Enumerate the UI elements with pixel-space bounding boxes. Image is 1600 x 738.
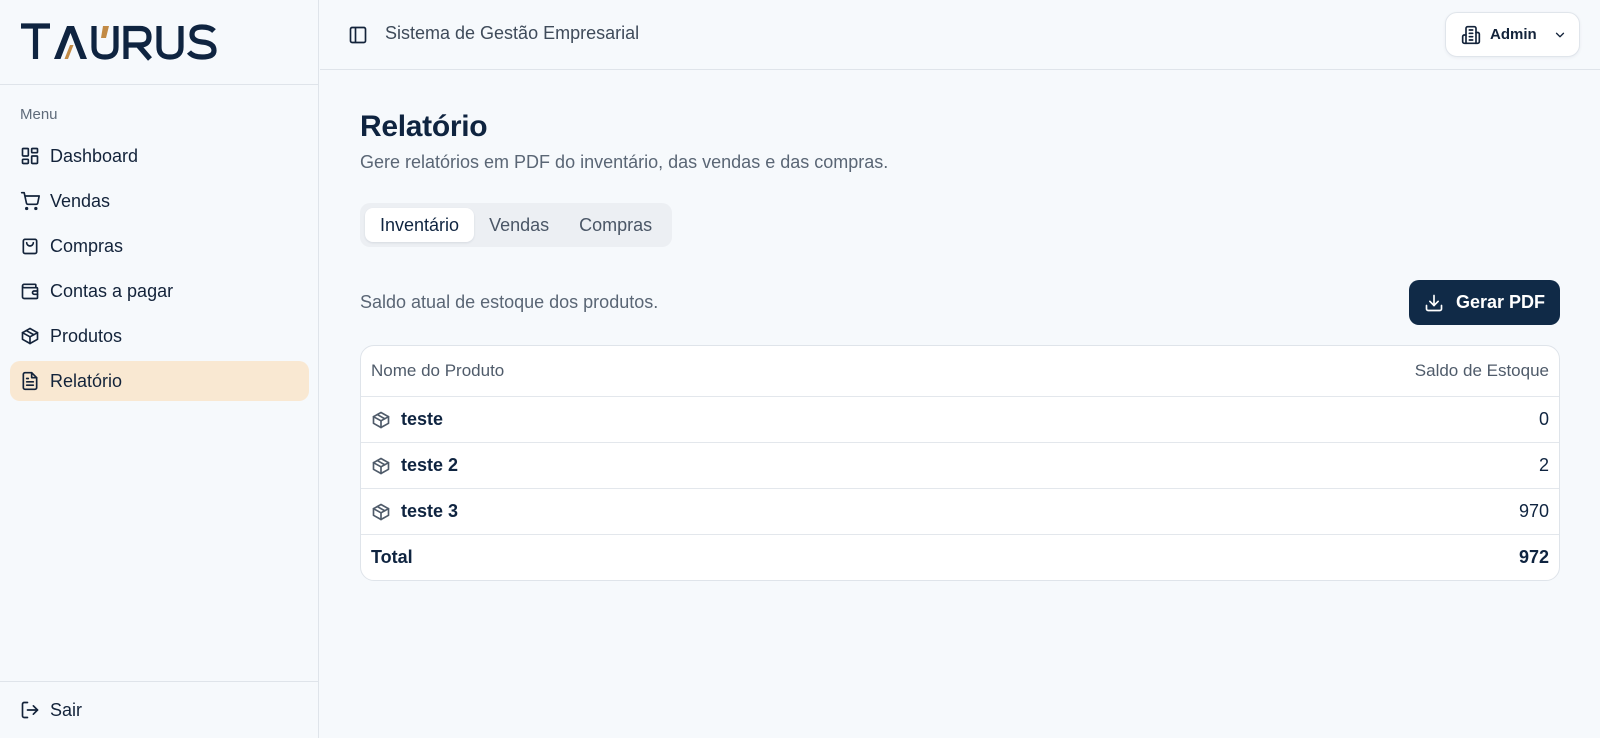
- tab-vendas[interactable]: Vendas: [474, 208, 564, 242]
- generate-pdf-button[interactable]: Gerar PDF: [1409, 280, 1560, 325]
- wallet-icon: [21, 283, 39, 300]
- product-name: teste: [401, 409, 444, 429]
- package-icon: [372, 411, 390, 428]
- stock-value: 970: [1518, 501, 1549, 521]
- sidebar-item-label: Contas a pagar: [50, 280, 174, 301]
- package-icon: [372, 457, 390, 474]
- total-value: 972: [1518, 547, 1549, 567]
- table-total-row: Total 972: [361, 534, 1559, 580]
- product-name: teste 2: [401, 455, 459, 475]
- sidebar-item-label: Relatório: [50, 370, 123, 391]
- sidebar-item-produtos[interactable]: Produtos: [10, 316, 309, 356]
- product-name-cell: teste 3: [371, 501, 458, 522]
- product-name-cell: teste 2: [371, 455, 458, 476]
- sidebar-toggle-icon[interactable]: [348, 25, 368, 45]
- inventory-table: Nome do Produto Saldo de Estoque teste 0…: [360, 345, 1560, 581]
- table-row: teste 3 970: [361, 488, 1559, 534]
- download-icon: [1425, 294, 1443, 311]
- logout-label: Sair: [50, 699, 83, 720]
- sidebar: Menu Dashboard Vendas Compras Contas a p…: [0, 0, 319, 738]
- package-icon: [372, 503, 390, 520]
- sidebar-item-relatorio[interactable]: Relatório: [10, 361, 309, 401]
- total-label: Total: [371, 547, 413, 567]
- table-row: teste 0: [361, 396, 1559, 442]
- file-text-icon: [22, 371, 38, 391]
- topbar: Sistema de Gestão Empresarial Admin: [320, 0, 1600, 70]
- user-name: Admin: [1490, 26, 1537, 43]
- page-title: Relatório: [360, 110, 488, 143]
- logout-button[interactable]: Sair: [0, 681, 319, 738]
- shopping-bag-icon: [22, 238, 38, 255]
- table-row: teste 2 2: [361, 442, 1559, 488]
- sidebar-nav: Dashboard Vendas Compras Contas a pagar …: [10, 136, 309, 406]
- stock-value: 0: [1538, 409, 1549, 429]
- sidebar-item-label: Compras: [50, 235, 124, 256]
- logout-icon: [21, 701, 39, 719]
- cart-icon: [20, 191, 40, 211]
- generate-pdf-label: Gerar PDF: [1455, 292, 1546, 312]
- stock-value: 2: [1538, 455, 1549, 475]
- column-header-stock: Saldo de Estoque: [1414, 361, 1549, 380]
- sidebar-item-label: Dashboard: [50, 145, 139, 166]
- brand: [0, 0, 318, 85]
- product-name-cell: teste: [371, 409, 443, 430]
- app-title: Sistema de Gestão Empresarial: [385, 23, 640, 43]
- package-icon: [21, 327, 39, 345]
- sidebar-item-vendas[interactable]: Vendas: [10, 181, 309, 221]
- main-content: Relatório Gere relatórios em PDF do inve…: [360, 110, 1560, 581]
- sidebar-item-contas-a-pagar[interactable]: Contas a pagar: [10, 271, 309, 311]
- chevron-down-icon: [1555, 32, 1564, 37]
- user-menu-button[interactable]: Admin: [1445, 12, 1580, 57]
- building-icon: [1461, 25, 1481, 44]
- dashboard-icon: [21, 147, 39, 165]
- table-header: Nome do Produto Saldo de Estoque: [361, 346, 1559, 396]
- tab-inventario[interactable]: Inventário: [365, 208, 475, 242]
- product-name: teste 3: [401, 501, 459, 521]
- column-header-product: Nome do Produto: [371, 361, 505, 380]
- tab-compras[interactable]: Compras: [564, 208, 667, 242]
- menu-section-label: Menu: [20, 106, 58, 123]
- sidebar-item-label: Vendas: [50, 190, 111, 211]
- sidebar-item-label: Produtos: [50, 325, 123, 346]
- report-tabs: Inventário Vendas Compras: [360, 203, 673, 247]
- sidebar-item-dashboard[interactable]: Dashboard: [10, 136, 309, 176]
- section-description: Saldo atual de estoque dos produtos.: [360, 292, 659, 312]
- sidebar-item-compras[interactable]: Compras: [10, 226, 309, 266]
- page-subtitle: Gere relatórios em PDF do inventário, da…: [360, 152, 889, 172]
- taurus-logo: [21, 23, 217, 61]
